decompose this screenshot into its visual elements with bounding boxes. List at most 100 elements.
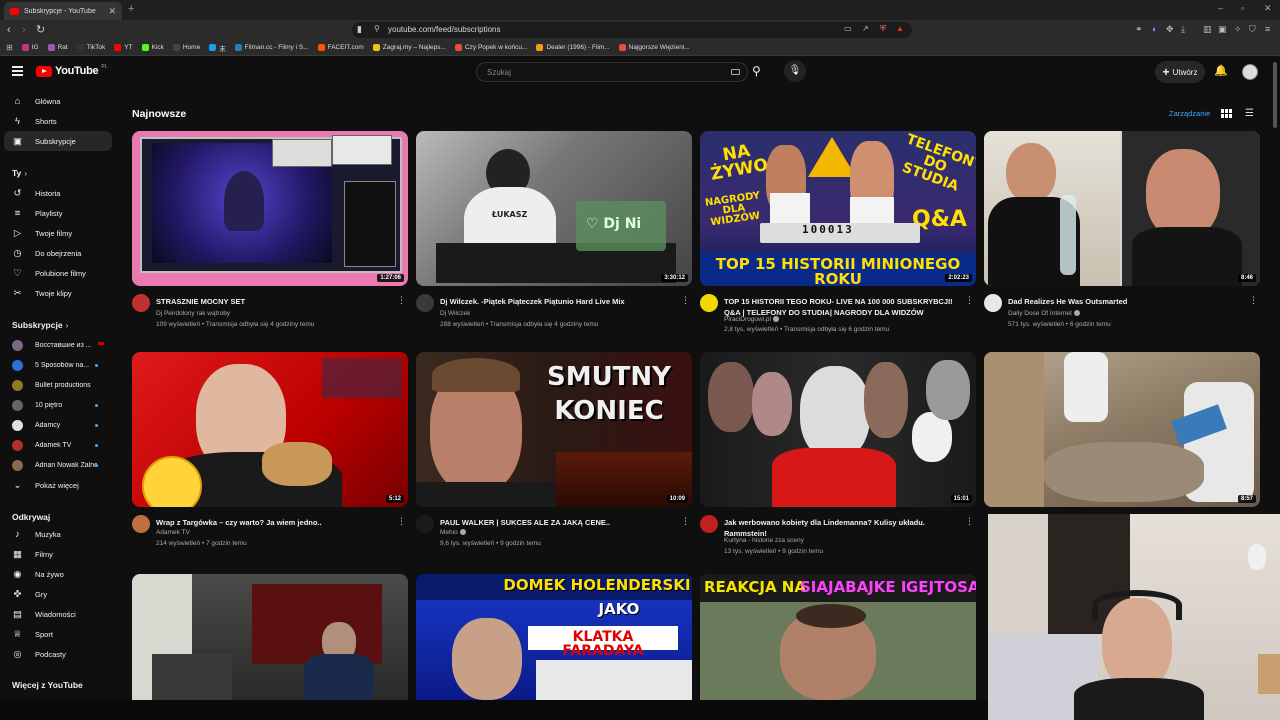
video-card[interactable]: 5:12 Wrap z Targówka – czy warto? Ja wie… [132, 352, 408, 559]
video-title[interactable]: Dad Realizes He Was Outsmarted [1008, 296, 1244, 307]
hamburger-menu-icon[interactable] [12, 66, 23, 78]
bookmark-item[interactable]: Dealer (1996) - Film... [536, 44, 610, 51]
sidebar-item-na-żywo[interactable]: ◉ Na żywo [0, 564, 110, 584]
notifications-bell-icon[interactable]: 🔔 [1214, 64, 1228, 77]
keyboard-icon[interactable] [731, 69, 740, 75]
channel-avatar[interactable] [132, 294, 150, 312]
more-actions-icon[interactable]: ⋮ [965, 516, 974, 527]
sidebar-item-muzyka[interactable]: ♪ Muzyka [0, 524, 110, 544]
channel-name[interactable]: PiraciDrogowi.pl [724, 316, 779, 323]
vpn-icon[interactable]: ⛉ [1249, 24, 1256, 35]
youtube-logo[interactable]: YouTube PL [36, 64, 107, 77]
sidebar-channel[interactable]: 10 piętro [0, 395, 112, 415]
install-icon[interactable]: ▭ [844, 24, 852, 33]
shield-icon[interactable]: ⛨ [880, 24, 886, 34]
video-card[interactable]: REAKCJA NA SIAJABAJKE I GEJTOSA [700, 574, 976, 700]
forward-icon[interactable]: › [22, 23, 26, 37]
more-actions-icon[interactable]: ⋮ [397, 516, 406, 527]
channel-avatar[interactable] [416, 294, 434, 312]
video-card[interactable]: 1:27:06 STRASZNIE MOCNY SET Dj Peirdolon… [132, 131, 408, 338]
close-tab-icon[interactable]: ✕ [108, 6, 116, 17]
site-info-icon[interactable]: ⚲ [374, 24, 380, 33]
account-avatar[interactable] [1242, 64, 1258, 80]
bookmark-item[interactable]: Home [172, 44, 200, 51]
bookmark-item[interactable]: Kick [141, 44, 164, 51]
video-card[interactable]: DOMEK HOLENDERSKI JAKO KLATKA FARADAYA [416, 574, 692, 700]
sidebar-item-filmy[interactable]: ▦ Filmy [0, 544, 110, 564]
bookmark-item[interactable]: IG [21, 44, 39, 51]
sidebar-channel[interactable]: Adrian Nowak Żalno [0, 455, 112, 475]
speaker-icon[interactable]: ◖ [1151, 24, 1156, 34]
video-title[interactable]: STRASZNIE MOCNY SET [156, 296, 392, 307]
sidebar-item-playlisty[interactable]: ≡ Playlisty [0, 203, 110, 223]
video-thumbnail[interactable]: REAKCJA NA SIAJABAJKE I GEJTOSA [700, 574, 976, 700]
reload-icon[interactable]: ↻ [36, 23, 45, 37]
video-thumbnail[interactable]: 1:27:06 [132, 131, 408, 286]
maximize-icon[interactable]: ▫ [1241, 3, 1244, 13]
sidebar-item-historia[interactable]: ↺ Historia [0, 183, 110, 203]
sidebar-channel[interactable]: 5 Sposobów na... [0, 355, 112, 375]
extension-icon[interactable]: ⚭ [1135, 24, 1143, 35]
video-card[interactable]: 8:46 Dad Realizes He Was Outsmarted Dail… [984, 131, 1260, 338]
channel-name[interactable]: Daily Dose Of Internet [1008, 310, 1080, 317]
leo-icon[interactable]: ✧ [1234, 24, 1242, 35]
create-button[interactable]: + Utwórz [1155, 61, 1205, 83]
channel-name[interactable]: Kurtyna - historie zza sceny [724, 537, 804, 544]
more-actions-icon[interactable]: ⋮ [681, 516, 690, 527]
puzzle-icon[interactable]: ✥ [1166, 24, 1174, 35]
video-card[interactable]: NA ŻYWO TELEFONY DO STUDIA NAGRODY DLA W… [700, 131, 976, 338]
sidebar-channel[interactable]: Adamcy [0, 415, 112, 435]
download-icon[interactable]: ⤓ [1181, 24, 1185, 35]
sidebar-item-do-obejrzenia[interactable]: ◷ Do obejrzenia [0, 243, 110, 263]
sidebar-item-sport[interactable]: ♕ Sport [0, 624, 110, 644]
more-actions-icon[interactable]: ⋮ [397, 295, 406, 306]
address-bar[interactable]: ▮ ⚲ youtube.com/feed/subscriptions ▭ ↗ ⛨… [352, 22, 912, 38]
video-thumbnail[interactable]: 8:46 [984, 131, 1260, 286]
channel-avatar[interactable] [700, 294, 718, 312]
minimize-icon[interactable]: – [1218, 3, 1223, 13]
video-card[interactable]: 15:01 Jak werbowano kobiety dla Lindeman… [700, 352, 976, 559]
sidebar-item-wiadomości[interactable]: ▤ Wiadomości [0, 604, 110, 624]
channel-name[interactable]: Dj Peirdolony rak wątroby [156, 310, 230, 317]
channel-avatar[interactable] [132, 515, 150, 533]
video-title[interactable]: Wrap z Targówka – czy warto? Ja wiem jed… [156, 517, 392, 528]
sidebar-item-polubione-filmy[interactable]: ♡ Polubione filmy [0, 263, 110, 283]
sidebar-channel[interactable]: Bullet productions [0, 375, 112, 395]
video-thumbnail[interactable]: 8:57 [984, 352, 1260, 507]
sidebar-channel[interactable]: Восставшие из ... [0, 335, 112, 355]
show-more-button[interactable]: ⌄ Pokaż więcej [0, 475, 110, 495]
alert-icon[interactable]: ▲ [896, 24, 904, 33]
sidebar-section-subscriptions[interactable]: Subskrypcje › [12, 320, 68, 330]
sidebar-item-twoje-klipy[interactable]: ✂ Twoje klipy [0, 283, 110, 303]
sidebar-item-główna[interactable]: ⌂ Główna [0, 91, 110, 111]
grid-view-icon[interactable] [1221, 109, 1232, 118]
video-title[interactable]: PAUL WALKER | SUKCES ALE ZA JAKĄ CENE.. [440, 517, 676, 528]
new-tab-icon[interactable]: + [128, 3, 134, 15]
video-thumbnail[interactable] [132, 574, 408, 700]
bookmark-item[interactable]: Rat [47, 44, 68, 51]
channel-name[interactable]: Adamek TV [156, 529, 190, 536]
video-card[interactable]: 8:57 [984, 352, 1260, 507]
apps-grid-icon[interactable]: ⊞ [6, 43, 13, 52]
channel-name[interactable]: Dj Wilczek [440, 310, 470, 317]
video-title[interactable]: TOP 15 HISTORII TEGO ROKU- LIVE NA 100 0… [724, 296, 960, 318]
more-actions-icon[interactable]: ⋮ [1249, 295, 1258, 306]
video-thumbnail[interactable]: 5:12 [132, 352, 408, 507]
sidebar-item-shorts[interactable]: ϟ Shorts [0, 111, 110, 131]
video-thumbnail[interactable]: SMUTNY KONIEC 10:09 [416, 352, 692, 507]
channel-name[interactable]: Mehio [440, 529, 466, 536]
sidebar-channel[interactable]: Adamek TV [0, 435, 112, 455]
page-scrollbar[interactable] [1273, 62, 1277, 128]
video-title[interactable]: Jak werbowano kobiety dla Lindemanna? Ku… [724, 517, 960, 539]
browser-tab[interactable]: Subskrypcje - YouTube ✕ [4, 2, 122, 20]
menu-icon[interactable]: ≡ [1265, 24, 1270, 34]
bookmark-item[interactable]: YT [114, 44, 133, 51]
video-card[interactable]: SMUTNY KONIEC 10:09 PAUL WALKER | SUKCES… [416, 352, 692, 559]
share-icon[interactable]: ↗ [862, 24, 869, 33]
channel-avatar[interactable] [416, 515, 434, 533]
sidebar-toggle-icon[interactable]: ▥ [1203, 24, 1212, 35]
video-thumbnail[interactable]: ŁUKASZ ♡ Dj Ni 3:30:12 [416, 131, 692, 286]
sidebar-item-subskrypcje[interactable]: ▣ Subskrypcje [4, 131, 112, 151]
video-thumbnail[interactable]: NA ŻYWO TELEFONY DO STUDIA NAGRODY DLA W… [700, 131, 976, 286]
wallet-icon[interactable]: ▣ [1218, 24, 1227, 35]
